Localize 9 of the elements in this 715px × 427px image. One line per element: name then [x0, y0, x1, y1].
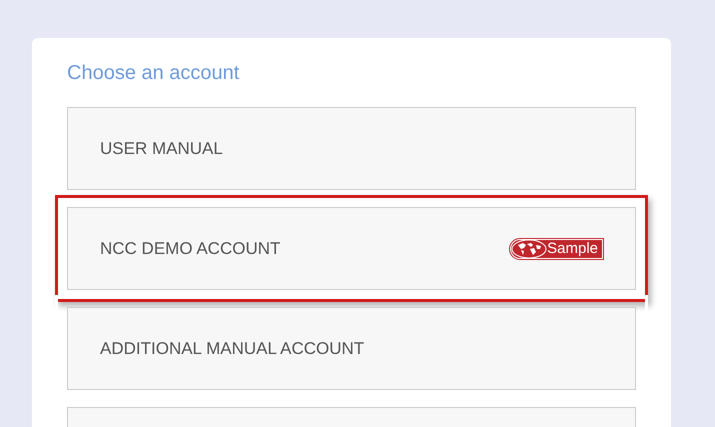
account-card[interactable]: NCC DEMO ACCOUNT Sample: [67, 207, 636, 290]
account-name: NCC DEMO ACCOUNT: [100, 238, 280, 260]
account-card[interactable]: ADDITIONAL MANUAL ACCOUNT: [67, 307, 636, 390]
account-name: ADDITIONAL MANUAL ACCOUNT: [100, 338, 364, 360]
account-card[interactable]: USER MANUAL: [67, 107, 636, 190]
panel-title: Choose an account: [67, 61, 240, 86]
account-name: USER MANUAL: [100, 138, 223, 160]
globe-icon: [511, 238, 548, 258]
badge-text: Sample: [547, 240, 598, 258]
